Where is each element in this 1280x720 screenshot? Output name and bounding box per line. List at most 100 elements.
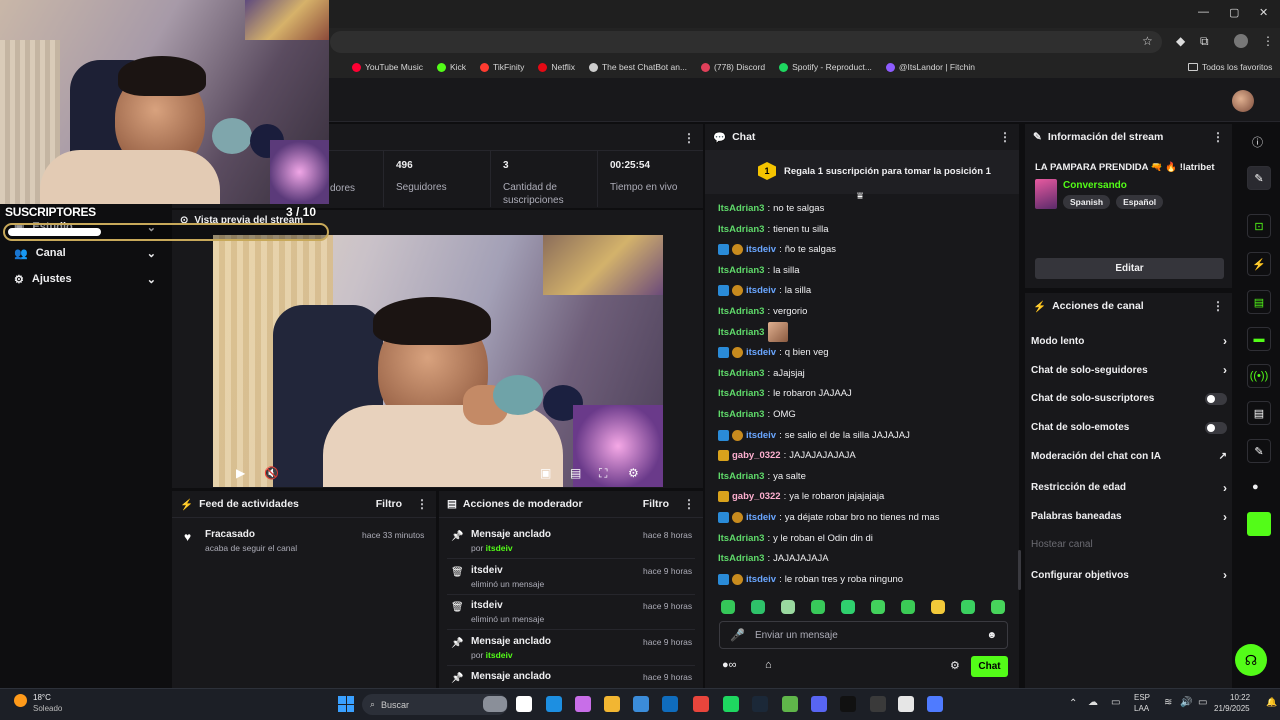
edge-icon[interactable]	[546, 696, 562, 712]
kebab-menu-icon[interactable]: ⋮	[1212, 130, 1224, 144]
theater-icon[interactable]: ▤	[570, 466, 581, 480]
rail-game-button[interactable]	[1247, 512, 1271, 536]
bookmark-item[interactable]: The best ChatBot an...	[588, 62, 687, 72]
chat-username[interactable]: ItsAdrian3	[718, 368, 764, 379]
wifi-icon[interactable]: ≋	[1164, 697, 1172, 708]
rail-broadcast-button[interactable]: ((•))	[1247, 364, 1271, 388]
chat-message[interactable]: ItsAdrian3:	[718, 327, 773, 338]
support-headset-button[interactable]: ☊	[1235, 644, 1267, 676]
chat-username[interactable]: ItsAdrian3	[718, 553, 764, 564]
emote-icon[interactable]	[871, 600, 885, 614]
notification-icon[interactable]: 🔔	[1266, 697, 1277, 708]
chat-message[interactable]: ItsAdrian3: y le roban el Odin din di	[718, 533, 873, 544]
chat-username[interactable]: ItsAdrian3	[718, 409, 764, 420]
extension-diamond-icon[interactable]: ◆	[1176, 34, 1185, 48]
chat-message[interactable]: itsdeiv: q bien veg	[718, 347, 829, 359]
mute-icon[interactable]: 🔇	[264, 466, 279, 480]
channel-action-item[interactable]: Palabras baneadas ›	[1031, 510, 1227, 524]
star-icon[interactable]: ☆	[1142, 34, 1153, 48]
rail-capture-button[interactable]: ⊡	[1247, 214, 1271, 238]
rail-edit-button[interactable]: ✎	[1247, 166, 1271, 190]
chat-message[interactable]: ItsAdrian3: aJajsjaj	[718, 368, 805, 379]
chat-message[interactable]: gaby_0322: ya le robaron jajajajaja	[718, 491, 884, 503]
send-chat-button[interactable]: Chat	[971, 656, 1008, 677]
filter-button[interactable]: Filtro	[376, 498, 402, 510]
cloud-icon[interactable]: ☁	[1088, 697, 1098, 708]
channel-action-item[interactable]: Chat de solo-emotes	[1031, 421, 1227, 434]
filter-button[interactable]: Filtro	[643, 498, 669, 510]
chat-message[interactable]: ItsAdrian3: vergorio	[718, 306, 807, 317]
gear-icon[interactable]: ⚙	[628, 466, 639, 480]
edit-button[interactable]: Editar	[1035, 258, 1224, 279]
chat-message[interactable]: itsdeiv: la silla	[718, 285, 811, 297]
folder-icon[interactable]	[604, 696, 620, 712]
toggle-switch[interactable]	[1205, 392, 1227, 405]
fullscreen-icon[interactable]: ⛶	[599, 466, 607, 481]
kebab-menu-icon[interactable]: ⋮	[1212, 299, 1224, 313]
extensions-icon[interactable]: ⧉	[1200, 34, 1209, 49]
chat-username[interactable]: gaby_0322	[732, 491, 781, 502]
windows-start-icon[interactable]	[338, 696, 354, 712]
rail-layout-button[interactable]: ▤	[1247, 401, 1271, 425]
chat-scrollbar[interactable]	[1018, 550, 1021, 590]
tiktok-icon[interactable]	[840, 696, 856, 712]
emote-icon[interactable]	[961, 600, 975, 614]
tag[interactable]: Español	[1116, 195, 1164, 209]
bookmark-item[interactable]: Netflix	[538, 62, 575, 72]
emote-icon[interactable]	[931, 600, 945, 614]
chat-message[interactable]: itsdeiv: ño te salgas	[718, 244, 836, 256]
kicks-icon[interactable]: ●	[1252, 481, 1259, 493]
chat-username[interactable]: itsdeiv	[746, 347, 776, 358]
battery-icon[interactable]: ▭	[1198, 697, 1207, 708]
chat-message[interactable]: ItsAdrian3: ya salte	[718, 471, 806, 482]
store-icon[interactable]: ⌂	[765, 659, 772, 671]
chat-input[interactable]: 🎤 Enviar un mensaje ☻	[719, 621, 1008, 649]
bookmark-item[interactable]: @ItsLandor | Fitchin	[885, 62, 975, 72]
pip-icon[interactable]: ▣	[540, 466, 551, 480]
emoji-icon[interactable]: ☻	[986, 630, 997, 641]
chat-message[interactable]: ItsAdrian3: JAJAJAJAJA	[718, 553, 829, 564]
channel-action-item[interactable]: Modo lento ›	[1031, 334, 1227, 348]
channel-action-item[interactable]: Restricción de edad ›	[1031, 481, 1227, 495]
channel-action-item[interactable]: Configurar objetivos ›	[1031, 568, 1227, 582]
chat-username[interactable]: ItsAdrian3	[718, 265, 764, 276]
chat-username[interactable]: itsdeiv	[746, 430, 776, 441]
rail-tools-button[interactable]: ✎	[1247, 439, 1271, 463]
maximize-icon[interactable]: ▢	[1229, 6, 1239, 19]
channel-action-item[interactable]: Chat de solo-suscriptores	[1031, 392, 1227, 405]
clock-date[interactable]: 21/9/2025	[1214, 704, 1250, 713]
chat-username[interactable]: ItsAdrian3	[718, 533, 764, 544]
chat-username[interactable]: gaby_0322	[732, 450, 781, 461]
obs-icon[interactable]	[870, 696, 886, 712]
github-icon[interactable]	[898, 696, 914, 712]
channel-action-item[interactable]: Moderación del chat con IA ↗	[1031, 451, 1227, 462]
chat-username[interactable]: ItsAdrian3	[718, 224, 764, 235]
mic-icon[interactable]: 🎤	[730, 628, 745, 642]
chat-message[interactable]: ItsAdrian3: la silla	[718, 265, 800, 276]
steam-icon[interactable]	[752, 696, 768, 712]
bookmark-item[interactable]: Kick	[436, 62, 466, 72]
emote-icon[interactable]	[721, 600, 735, 614]
tag[interactable]: Spanish	[1063, 195, 1111, 209]
app-icon[interactable]: ▭	[1111, 697, 1120, 708]
chat-username[interactable]: ItsAdrian3	[718, 306, 764, 317]
chat-message[interactable]: itsdeiv: se salio el de la silla JAJAJAJ	[718, 429, 910, 441]
emote-icon[interactable]	[751, 600, 765, 614]
bookmark-item[interactable]: (778) Discord	[701, 62, 765, 72]
spotify-icon[interactable]	[723, 696, 739, 712]
avatar[interactable]	[1232, 90, 1254, 112]
browser-menu-icon[interactable]: ⋮	[1262, 34, 1274, 48]
clock-time[interactable]: 10:22	[1230, 693, 1250, 702]
channel-action-item[interactable]: Chat de solo-seguidores ›	[1031, 363, 1227, 377]
rail-chat-button[interactable]: ▬	[1247, 327, 1271, 351]
kebab-menu-icon[interactable]: ⋮	[416, 497, 428, 511]
kebab-menu-icon[interactable]: ⋮	[683, 131, 695, 145]
chat-message[interactable]: ItsAdrian3: tienen tu silla	[718, 224, 829, 235]
bookmark-item[interactable]: YouTube Music	[352, 62, 423, 72]
lang-indicator-2[interactable]: LAA	[1134, 704, 1149, 713]
sidebar-item-canal[interactable]: 👥 Canal ⌄	[0, 240, 170, 266]
chat-username[interactable]: itsdeiv	[746, 512, 776, 523]
lang-indicator-1[interactable]: ESP	[1134, 693, 1150, 702]
sidebar-item-ajustes[interactable]: ⚙ Ajustes ⌄	[0, 266, 170, 292]
chat-username[interactable]: itsdeiv	[746, 244, 776, 255]
